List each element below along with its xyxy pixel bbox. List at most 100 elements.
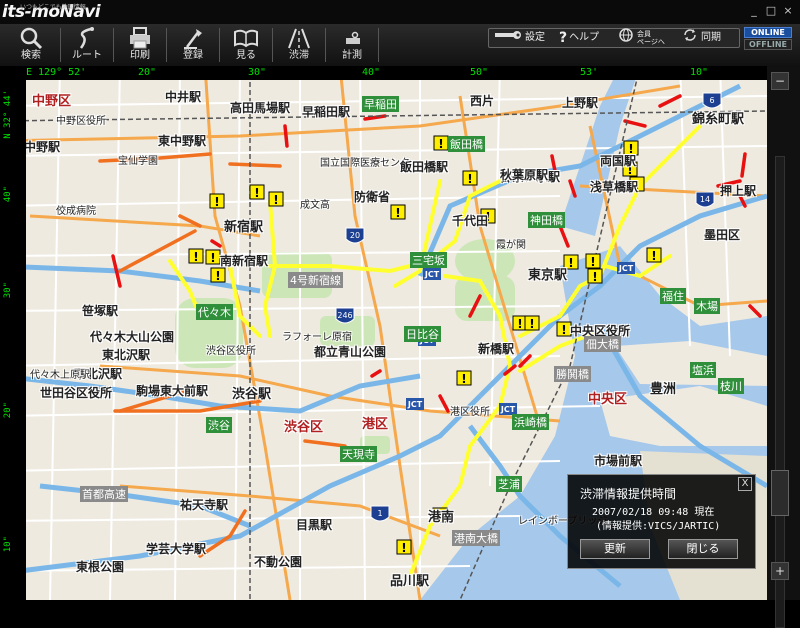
view-tool-button[interactable]: 見る xyxy=(221,26,271,64)
map-label: 高田馬場駅 xyxy=(230,101,291,115)
incident-warning-icon[interactable]: ! xyxy=(646,247,662,263)
longitude-ruler: E 129° 52' 20" 30" 40" 50" 53' 10" xyxy=(26,66,767,80)
map-label: 代々木上原駅 xyxy=(30,370,90,381)
svg-text:!: ! xyxy=(214,195,219,209)
toolbar-right-group: 設定 ? ヘルプ 会員 ページへ 同期 xyxy=(488,27,740,49)
incident-warning-icon[interactable]: ! xyxy=(587,268,603,284)
incident-warning-icon[interactable]: ! xyxy=(556,321,572,337)
print-tool-button[interactable]: 印刷 xyxy=(115,26,165,64)
minimize-button[interactable]: _ xyxy=(747,5,761,17)
map-label: 浅草橋駅 xyxy=(590,180,639,194)
route-shield-icon: 20 xyxy=(345,227,365,244)
map-label: 世田谷区役所 xyxy=(40,386,113,400)
route-shield-icon: 6 xyxy=(702,92,722,109)
map-label: 天現寺 xyxy=(340,446,377,462)
settings-button[interactable]: 設定 xyxy=(493,29,545,47)
svg-text:JCT: JCT xyxy=(618,264,634,273)
svg-text:JCT: JCT xyxy=(500,405,516,414)
incident-warning-icon[interactable]: ! xyxy=(462,170,478,186)
logo-tagline: いつもどこでも地図情報 xyxy=(20,4,86,11)
incident-warning-icon[interactable]: ! xyxy=(433,135,449,151)
map-label: 代々木 xyxy=(196,304,233,320)
search-tool-button[interactable]: 検索 xyxy=(6,26,56,64)
incident-warning-icon[interactable]: ! xyxy=(456,370,472,386)
map-label: 枝川 xyxy=(718,378,744,394)
help-button[interactable]: ? ヘルプ xyxy=(559,29,599,47)
lon-tick: 40" xyxy=(362,67,381,78)
map-label: 佼成病院 xyxy=(56,206,96,217)
svg-text:!: ! xyxy=(210,251,215,265)
incident-warning-icon[interactable]: ! xyxy=(205,249,221,265)
connection-status: ONLINE OFFLINE xyxy=(744,27,792,50)
online-toggle[interactable]: ONLINE xyxy=(744,27,792,38)
lat-tick: 40" xyxy=(3,186,13,203)
popup-timestamp: 2007/02/18 09:48 現在 xyxy=(592,507,715,518)
globe-icon xyxy=(617,27,635,49)
sync-label: 同期 xyxy=(701,32,721,43)
incident-warning-icon[interactable]: ! xyxy=(396,539,412,555)
zoom-track[interactable] xyxy=(775,156,785,628)
svg-text:!: ! xyxy=(529,317,534,331)
zoom-in-button[interactable]: + xyxy=(771,562,789,580)
member-page-label: 会員 ページへ xyxy=(637,30,665,46)
map-label: 港南大橋 xyxy=(452,530,500,546)
update-button[interactable]: 更新 xyxy=(580,539,650,559)
toolbar-divider xyxy=(272,28,273,62)
map-label: 南新宿駅 xyxy=(220,254,269,268)
latitude-ruler: N 32° 44' 40" 30" 20" 10" xyxy=(0,66,26,600)
map-label: 防衛省 xyxy=(354,190,391,204)
maximize-button[interactable]: □ xyxy=(764,5,778,17)
route-shield-icon: 246 xyxy=(335,307,355,324)
member-page-button[interactable]: 会員 ページへ xyxy=(617,27,665,49)
incident-warning-icon[interactable]: ! xyxy=(209,193,225,209)
incident-warning-icon[interactable]: ! xyxy=(188,248,204,264)
svg-text:JCT: JCT xyxy=(407,400,423,409)
close-button[interactable]: × xyxy=(781,5,795,17)
incident-warning-icon[interactable]: ! xyxy=(524,315,540,331)
print-tool-label: 印刷 xyxy=(130,50,150,61)
zoom-out-button[interactable]: − xyxy=(771,72,789,90)
map-label: 東京駅 xyxy=(528,268,568,283)
svg-text:!: ! xyxy=(254,186,259,200)
svg-text:!: ! xyxy=(568,256,573,270)
incident-warning-icon[interactable]: ! xyxy=(249,184,265,200)
map-label: 木場 xyxy=(694,298,720,314)
offline-toggle[interactable]: OFFLINE xyxy=(744,39,792,50)
map-label: 新宿駅 xyxy=(224,220,264,235)
traffic-tool-button[interactable]: 渋滞 xyxy=(274,26,324,64)
measure-tool-button[interactable]: 計測 xyxy=(327,26,377,64)
zoom-slider-thumb[interactable] xyxy=(771,470,789,516)
close-popup-button[interactable]: 閉じる xyxy=(668,539,738,559)
svg-text:20: 20 xyxy=(350,231,360,240)
book-icon xyxy=(221,26,271,50)
map-label: 渋谷区 xyxy=(284,420,324,435)
lon-tick: E 129° 52' xyxy=(26,67,87,78)
route-shield-icon: 14 xyxy=(695,191,715,208)
register-tool-button[interactable]: 登録 xyxy=(168,26,218,64)
map-label: 霞が関 xyxy=(496,240,526,251)
map-label: 両国駅 xyxy=(600,154,637,168)
map-label: 東中野駅 xyxy=(158,134,207,148)
incident-warning-icon[interactable]: ! xyxy=(210,267,226,283)
svg-text:!: ! xyxy=(517,317,522,331)
popup-title: 渋滞情報提供時間 xyxy=(580,487,677,501)
svg-text:!: ! xyxy=(395,206,400,220)
svg-text:!: ! xyxy=(438,137,443,151)
map-label: 渋谷駅 xyxy=(232,387,272,402)
map-label: 中野駅 xyxy=(24,140,61,154)
svg-text:!: ! xyxy=(401,541,406,555)
sync-button[interactable]: 同期 xyxy=(681,28,721,47)
incident-warning-icon[interactable]: ! xyxy=(390,204,406,220)
map-label: 押上駅 xyxy=(720,184,757,198)
incident-warning-icon[interactable]: ! xyxy=(268,191,284,207)
map-label: ラフォーレ原宿 xyxy=(282,332,352,343)
toolbar-divider xyxy=(60,28,61,62)
svg-text:!: ! xyxy=(193,250,198,264)
route-tool-button[interactable]: ルート xyxy=(62,26,112,64)
svg-text:!: ! xyxy=(467,172,472,186)
popup-close-icon[interactable]: X xyxy=(738,477,752,491)
map-label: 飯田橋 xyxy=(448,136,485,152)
incident-warning-icon[interactable]: ! xyxy=(585,253,601,269)
lat-tick: 10" xyxy=(3,536,13,553)
lon-tick: 20" xyxy=(138,67,157,78)
